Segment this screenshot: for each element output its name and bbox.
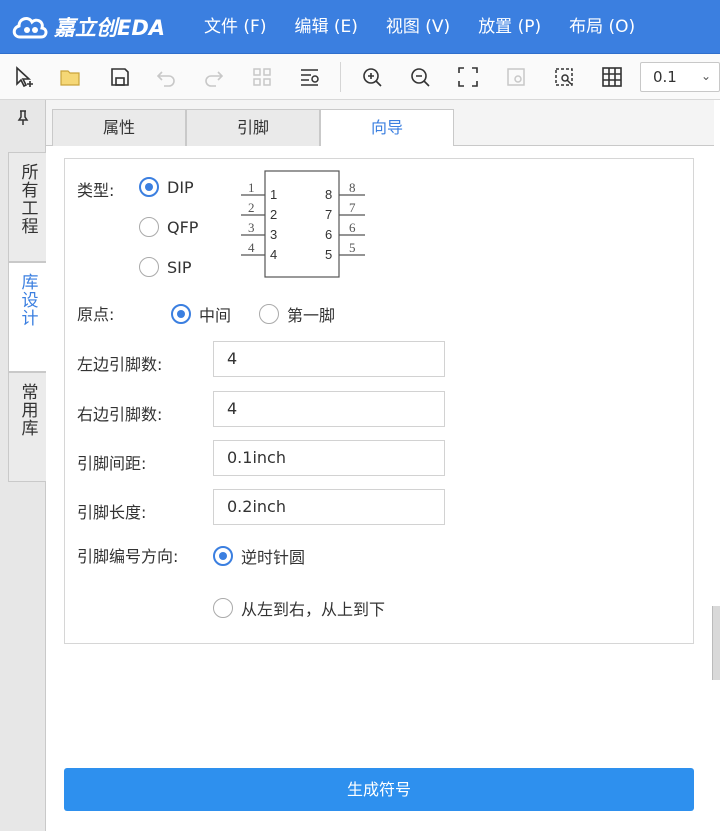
generate-symbol-button[interactable]: 生成符号 bbox=[64, 768, 694, 811]
wizard-form: 类型: DIP QFP SIP 1 2 3 4 8 7 6 5 1 2 3 4 … bbox=[64, 158, 694, 644]
grid-layout-icon[interactable] bbox=[248, 63, 276, 91]
left-pins-label: 左边引脚数: bbox=[77, 355, 163, 374]
origin-option-first-pin[interactable]: 第一脚 bbox=[259, 302, 335, 326]
chevron-down-icon: ⌄ bbox=[701, 69, 712, 83]
undo-icon[interactable] bbox=[152, 63, 180, 91]
zoom-area-icon[interactable] bbox=[502, 63, 530, 91]
right-pins-label: 右边引脚数: bbox=[77, 405, 163, 424]
menu-view[interactable]: 视图 (V) bbox=[372, 0, 464, 54]
chip-pin-left-outer: 2 bbox=[248, 200, 255, 215]
numbering-option-ltr[interactable]: 从左到右，从上到下 bbox=[213, 596, 385, 620]
numbering-option-ccw[interactable]: 逆时针圆 bbox=[213, 544, 305, 568]
radio-dot bbox=[171, 304, 191, 324]
chip-pin-right-inner: 5 bbox=[325, 247, 332, 262]
pin-numbering-label: 引脚编号方向: bbox=[77, 547, 179, 566]
type-option-qfp[interactable]: QFP bbox=[139, 217, 198, 237]
chip-pin-left-inner: 3 bbox=[270, 227, 277, 242]
radio-dot bbox=[139, 177, 159, 197]
tab-all-projects-label: 所有工程 bbox=[17, 163, 38, 235]
menu-place[interactable]: 放置 (P) bbox=[464, 0, 555, 54]
tab-pins[interactable]: 引脚 bbox=[186, 109, 320, 146]
zoom-selection-icon[interactable] bbox=[550, 63, 578, 91]
radio-dot bbox=[139, 217, 159, 237]
tab-properties[interactable]: 属性 bbox=[52, 109, 186, 146]
list-search-icon[interactable] bbox=[296, 63, 324, 91]
logo-text: 嘉立创EDA bbox=[54, 15, 166, 40]
tab-library-design-label: 库设计 bbox=[17, 273, 38, 327]
panel-resize-handle[interactable] bbox=[712, 606, 720, 680]
radio-dot bbox=[259, 304, 279, 324]
radio-dot bbox=[213, 598, 233, 618]
toolbar: 0.1 ⌄ bbox=[0, 54, 720, 100]
left-pins-input[interactable]: 4 bbox=[213, 341, 445, 377]
chip-preview: 1 2 3 4 8 7 6 5 1 2 3 4 8 7 6 5 bbox=[241, 170, 365, 278]
right-pins-input[interactable]: 4 bbox=[213, 391, 445, 427]
tab-all-projects[interactable]: 所有工程 bbox=[8, 152, 46, 262]
library-panel: 属性 引脚 向导 类型: DIP QFP SIP 1 2 3 4 8 7 6 5… bbox=[46, 100, 714, 831]
app-logo[interactable]: 嘉立创EDA bbox=[10, 0, 190, 54]
pin-length-input[interactable]: 0.2inch bbox=[213, 489, 445, 525]
chip-pin-left-outer: 3 bbox=[248, 220, 255, 235]
type-label: 类型: bbox=[77, 181, 115, 200]
fit-view-icon[interactable] bbox=[454, 63, 482, 91]
menu-edit[interactable]: 编辑 (E) bbox=[280, 0, 371, 54]
tab-common-library[interactable]: 常用库 bbox=[8, 372, 46, 482]
pin-length-label: 引脚长度: bbox=[77, 503, 147, 522]
chip-pin-right-outer: 8 bbox=[349, 180, 356, 195]
tab-wizard[interactable]: 向导 bbox=[320, 109, 454, 147]
select-icon[interactable] bbox=[10, 63, 38, 91]
menu-file[interactable]: 文件 (F) bbox=[190, 0, 280, 54]
cloud-logo-icon bbox=[12, 16, 48, 38]
chip-pin-right-outer: 6 bbox=[349, 220, 356, 235]
pin-pitch-label: 引脚间距: bbox=[77, 454, 147, 473]
type-option-sip[interactable]: SIP bbox=[139, 257, 192, 277]
radio-dot bbox=[139, 257, 159, 277]
chip-pin-left-outer: 4 bbox=[248, 240, 255, 255]
left-tab-strip: 所有工程 库设计 常用库 bbox=[0, 100, 46, 831]
pin-pitch-input[interactable]: 0.1inch bbox=[213, 440, 445, 476]
folder-icon[interactable] bbox=[56, 63, 84, 91]
chip-pin-left-inner: 1 bbox=[270, 187, 277, 202]
tab-library-design[interactable]: 库设计 bbox=[8, 262, 46, 372]
save-icon[interactable] bbox=[106, 63, 134, 91]
origin-option-center[interactable]: 中间 bbox=[171, 302, 231, 326]
origin-label: 原点: bbox=[77, 305, 115, 324]
chip-pin-left-inner: 4 bbox=[270, 247, 277, 262]
redo-icon[interactable] bbox=[200, 63, 228, 91]
wizard-content: 类型: DIP QFP SIP 1 2 3 4 8 7 6 5 1 2 3 4 … bbox=[46, 146, 714, 831]
grid-size-select[interactable]: 0.1 ⌄ bbox=[640, 62, 720, 92]
chip-pin-right-inner: 8 bbox=[325, 187, 332, 202]
panel-tabs: 属性 引脚 向导 bbox=[46, 100, 714, 147]
chip-pin-left-inner: 2 bbox=[270, 207, 277, 222]
grid-size-value: 0.1 bbox=[653, 68, 677, 86]
chip-pin-right-outer: 5 bbox=[349, 240, 356, 255]
menu-bar: 嘉立创EDA 文件 (F) 编辑 (E) 视图 (V) 放置 (P) 布局 (O… bbox=[0, 0, 720, 54]
type-option-dip[interactable]: DIP bbox=[139, 177, 194, 197]
tab-common-library-label: 常用库 bbox=[17, 383, 38, 437]
menu-layout[interactable]: 布局 (O) bbox=[555, 0, 649, 54]
zoom-in-icon[interactable] bbox=[358, 63, 386, 91]
grid-icon[interactable] bbox=[598, 63, 626, 91]
chip-pin-right-outer: 7 bbox=[349, 200, 356, 215]
chip-pin-right-inner: 7 bbox=[325, 207, 332, 222]
pin-icon[interactable] bbox=[14, 110, 32, 140]
chip-pin-right-inner: 6 bbox=[325, 227, 332, 242]
chip-pin-left-outer: 1 bbox=[248, 180, 255, 195]
zoom-out-icon[interactable] bbox=[406, 63, 434, 91]
radio-dot bbox=[213, 546, 233, 566]
